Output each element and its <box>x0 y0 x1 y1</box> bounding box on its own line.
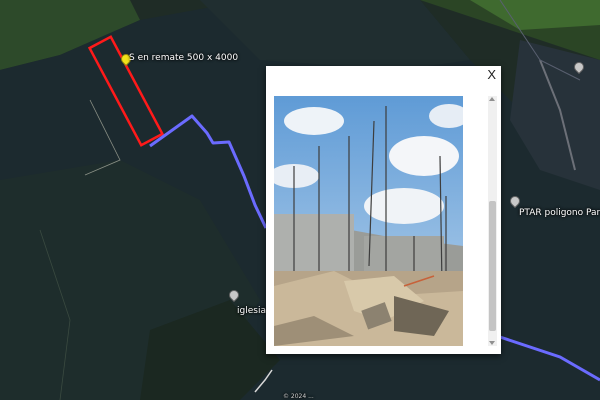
popup-scrollbar[interactable] <box>488 96 497 346</box>
close-button[interactable]: X <box>487 67 496 83</box>
scroll-up-arrow-icon[interactable] <box>489 97 495 101</box>
info-popup: X <box>266 66 501 354</box>
scroll-thumb[interactable] <box>489 201 496 331</box>
plot-label: S en remate 500 x 4000 <box>129 53 239 63</box>
construction-site-photo <box>274 96 463 346</box>
scroll-down-arrow-icon[interactable] <box>489 341 495 345</box>
ptar-label: PTAR poligono Paraiso <box>519 208 600 218</box>
map-copyright: © 2024 ... <box>283 393 314 400</box>
